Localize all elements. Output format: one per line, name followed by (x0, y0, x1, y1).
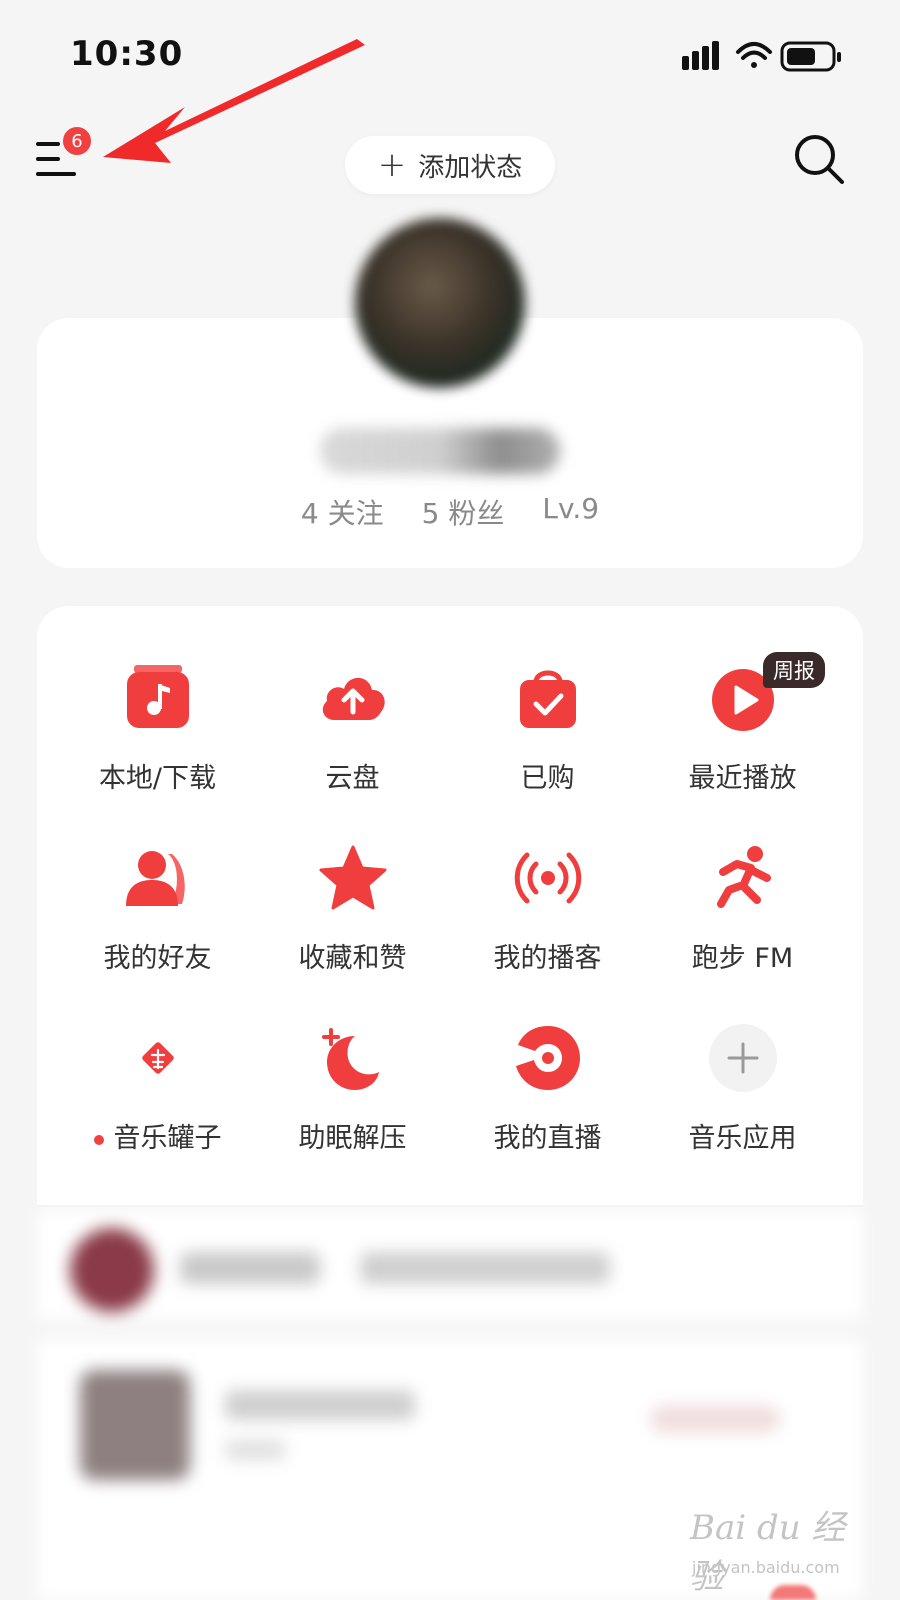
feature-label: 最近播放 (688, 763, 797, 794)
feature-running-fm[interactable]: 跑步 FM (645, 830, 840, 1010)
feature-label: 已购 (520, 763, 575, 794)
level-badge[interactable]: Lv.9 (542, 492, 599, 532)
watermark: Bai du 经验 jingyan.baidu.com (690, 1500, 870, 1597)
search-icon[interactable] (790, 130, 850, 190)
friends-icon (125, 851, 185, 906)
signal-icon (682, 41, 719, 70)
blurred-button (650, 1405, 780, 1433)
blurred-text (225, 1390, 415, 1420)
live-icon (515, 1026, 580, 1090)
feature-cloud[interactable]: 云盘 (255, 650, 450, 830)
add-status-button[interactable]: + 添加状态 (345, 136, 555, 194)
followers-count[interactable]: 5 粉丝 (422, 492, 505, 532)
section-divider (37, 1205, 863, 1207)
feature-purchased[interactable]: 已购 (450, 650, 645, 830)
feature-recent-played[interactable]: 最近播放 周报 (645, 650, 840, 830)
weekly-report-tag: 周报 (763, 652, 825, 688)
feature-label: 本地/下载 (98, 763, 217, 794)
add-status-label: 添加状态 (418, 152, 523, 183)
feature-sleep-relax[interactable]: 助眠解压 (255, 1010, 450, 1190)
blurred-text (225, 1440, 285, 1460)
blurred-thumbnail (80, 1370, 190, 1480)
feature-label: 收藏和赞 (298, 943, 407, 974)
menu-badge: 6 (60, 124, 94, 158)
battery-icon (780, 41, 841, 72)
feature-my-live[interactable]: 我的直播 (450, 1010, 645, 1190)
status-icons (682, 41, 841, 72)
music-folder-icon (126, 665, 189, 728)
feature-label: 助眠解压 (298, 1123, 407, 1154)
wifi-icon (736, 42, 772, 68)
runner-icon (716, 846, 771, 908)
feature-friends[interactable]: 我的好友 (60, 830, 255, 1010)
unread-dot (93, 1134, 104, 1145)
watermark-url: jingyan.baidu.com (692, 1558, 840, 1577)
feature-grid: 本地/下载 云盘 已购 最近播放 周报 我的好友 收藏和赞 我的播客 跑步 FM… (60, 650, 840, 1190)
feature-label-text: 音乐罐子 (113, 1123, 222, 1154)
plus-icon: + (377, 145, 407, 185)
blurred-text (180, 1252, 320, 1284)
cloud-upload-icon (322, 677, 385, 720)
add-app-icon (708, 1024, 777, 1092)
moon-icon (321, 1028, 379, 1090)
fu-icon (141, 1042, 174, 1074)
feature-label: 我的直播 (493, 1123, 602, 1154)
feature-favorites[interactable]: 收藏和赞 (255, 830, 450, 1010)
feature-label: 音乐应用 (688, 1123, 797, 1154)
feature-local-download[interactable]: 本地/下载 (60, 650, 255, 830)
blurred-avatar (70, 1228, 154, 1312)
feature-music-apps[interactable]: 音乐应用 (645, 1010, 840, 1190)
feature-label: 音乐罐子 (93, 1116, 222, 1155)
avatar[interactable] (355, 218, 525, 388)
watermark-main: Bai du 经验 (690, 1508, 846, 1597)
podcast-icon (514, 852, 581, 904)
feature-label: 我的播客 (493, 943, 602, 974)
blurred-text (360, 1252, 610, 1284)
floating-button-edge (770, 1585, 816, 1600)
feature-music-jar[interactable]: 音乐罐子 (60, 1010, 255, 1190)
feature-label: 我的好友 (103, 943, 212, 974)
feature-label: 云盘 (325, 763, 380, 794)
following-count[interactable]: 4 关注 (301, 492, 384, 532)
profile-stats: 4 关注 5 粉丝 Lv.9 (0, 492, 900, 532)
annotation-arrow-icon (103, 39, 365, 163)
username-blurred[interactable] (320, 428, 560, 474)
star-icon (319, 845, 386, 910)
feature-label: 跑步 FM (691, 943, 794, 974)
shopping-bag-icon (519, 670, 576, 728)
feature-podcast[interactable]: 我的播客 (450, 830, 645, 1010)
